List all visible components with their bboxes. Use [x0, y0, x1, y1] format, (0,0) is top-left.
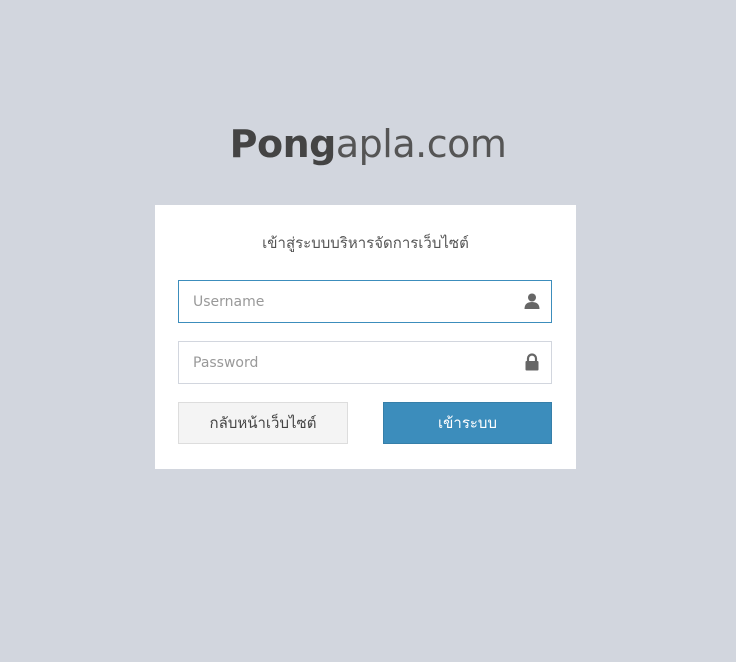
- password-field[interactable]: [178, 341, 552, 384]
- login-box: เข้าสู่ระบบบริหารจัดการเว็บไซต์ กลับหน้า…: [155, 205, 576, 469]
- logo-bold-text: Pong: [229, 122, 337, 166]
- password-input[interactable]: [179, 342, 551, 383]
- logo-light-text: apla.com: [335, 122, 507, 166]
- site-logo: Pongapla.com: [0, 120, 736, 168]
- username-input[interactable]: [179, 281, 551, 322]
- back-to-website-label: กลับหน้าเว็บไซต์: [209, 414, 317, 432]
- back-to-website-button[interactable]: กลับหน้าเว็บไซต์: [178, 402, 348, 444]
- lock-icon: [523, 353, 541, 371]
- login-box-title: เข้าสู่ระบบบริหารจัดการเว็บไซต์: [262, 234, 469, 252]
- login-button[interactable]: เข้าระบบ: [383, 402, 552, 444]
- username-field[interactable]: [178, 280, 552, 323]
- login-page: Pongapla.com เข้าสู่ระบบบริหารจัดการเว็บ…: [0, 0, 736, 662]
- login-button-label: เข้าระบบ: [438, 414, 497, 432]
- user-icon: [523, 292, 541, 310]
